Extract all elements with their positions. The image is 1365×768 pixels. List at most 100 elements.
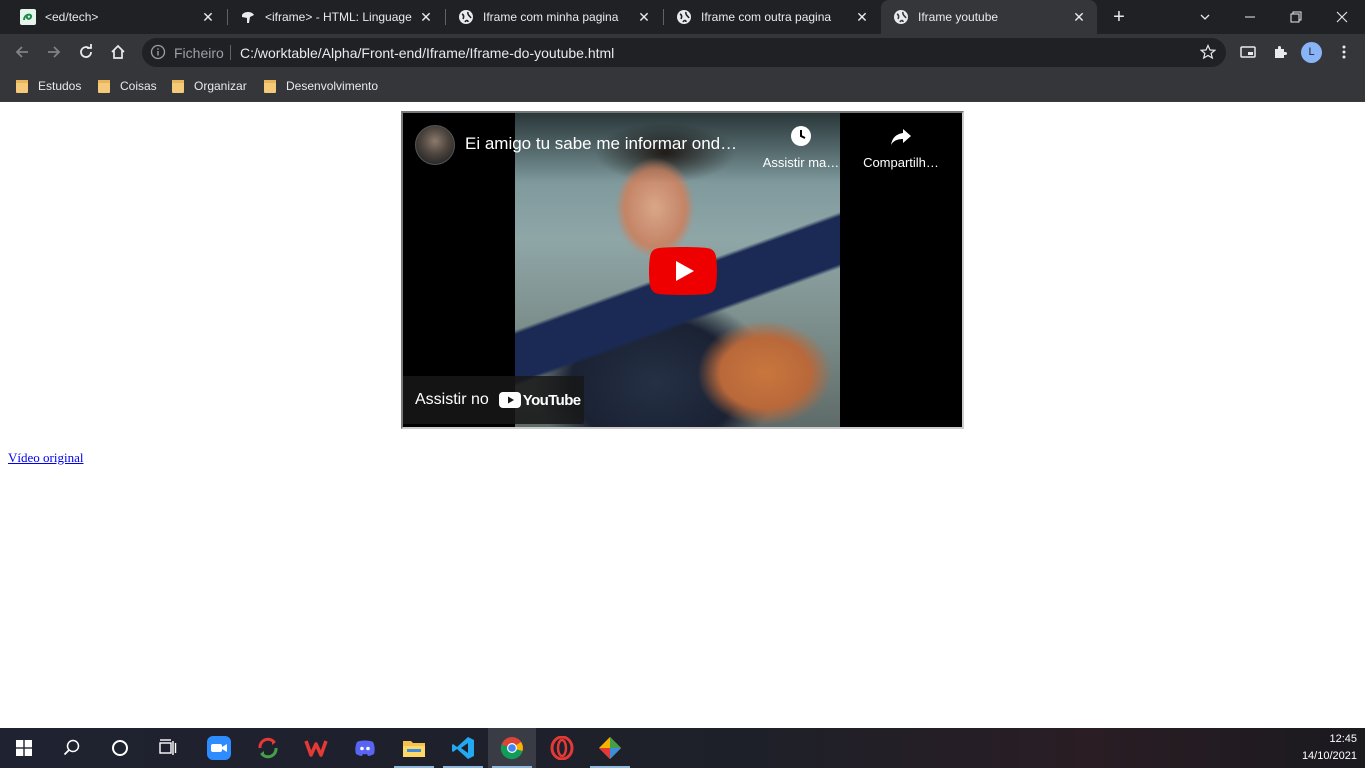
- close-tab-icon[interactable]: ✕: [854, 9, 870, 25]
- mdn-icon: [240, 9, 256, 25]
- globe-icon: [893, 9, 909, 25]
- home-icon: [111, 44, 125, 59]
- vscode-icon: [452, 737, 474, 759]
- wps-office-icon: [304, 740, 328, 757]
- folder-icon: [172, 80, 184, 93]
- address-url[interactable]: C:/worktable/Alpha/Front-end/Iframe/Ifra…: [240, 45, 614, 61]
- forward-button[interactable]: [40, 38, 68, 66]
- clock-date: 14/10/2021: [1301, 750, 1357, 762]
- bookmarks-bar: Estudos Coisas Organizar Desenvolvimento: [0, 70, 1365, 102]
- file-scheme-label: Ficheiro: [174, 45, 224, 61]
- tab-title: Iframe youtube: [918, 10, 999, 24]
- task-view-icon: [159, 739, 177, 755]
- new-tab-button[interactable]: +: [1108, 6, 1130, 28]
- wps-office-button[interactable]: [292, 728, 340, 768]
- vscode-button[interactable]: [439, 728, 487, 768]
- restore-button[interactable]: [1273, 0, 1319, 34]
- reload-icon: [80, 44, 92, 58]
- watch-later-label: Assistir ma…: [762, 155, 840, 170]
- close-tab-icon[interactable]: ✕: [418, 9, 434, 25]
- tab-iframe-outra-pagina[interactable]: Iframe com outra pagina ✕: [664, 0, 880, 34]
- tab-edtech[interactable]: <ed/tech> ✕: [8, 0, 226, 34]
- original-video-link[interactable]: Vídeo original: [8, 450, 83, 466]
- minimize-button[interactable]: [1227, 0, 1273, 34]
- chrome-icon: [500, 737, 523, 760]
- reload-button[interactable]: [72, 38, 100, 66]
- youtube-embed[interactable]: Ei amigo tu sabe me informar ond… Assist…: [401, 111, 964, 429]
- profile-avatar[interactable]: L: [1301, 42, 1322, 63]
- share-button[interactable]: Compartilh…: [859, 125, 943, 170]
- tab-iframe-minha-pagina[interactable]: Iframe com minha pagina ✕: [446, 0, 662, 34]
- share-label: Compartilh…: [863, 155, 939, 170]
- tab-search-button[interactable]: [1182, 0, 1228, 34]
- bookmark-folder-desenvolvimento[interactable]: Desenvolvimento: [264, 77, 378, 95]
- back-button[interactable]: [8, 38, 36, 66]
- system-clock[interactable]: 12:45 14/10/2021: [1287, 731, 1357, 765]
- minimize-icon: [1245, 16, 1255, 18]
- folder-icon: [98, 80, 110, 93]
- sync-app-button[interactable]: [244, 728, 292, 768]
- extensions-button[interactable]: [1266, 38, 1294, 66]
- more-vert-icon: [1342, 45, 1346, 59]
- bookmark-label: Organizar: [194, 79, 247, 93]
- address-divider: [230, 45, 231, 60]
- bookmark-label: Coisas: [120, 79, 157, 93]
- close-tab-icon[interactable]: ✕: [636, 9, 652, 25]
- cortana-button[interactable]: [96, 728, 144, 768]
- youtube-logo: YouTube: [498, 391, 581, 409]
- discord-icon: [355, 740, 375, 756]
- address-bar[interactable]: Ficheiro C:/worktable/Alpha/Front-end/If…: [142, 38, 1226, 67]
- file-explorer-button[interactable]: [390, 728, 438, 768]
- arrow-right-icon: [48, 46, 61, 58]
- task-view-button[interactable]: [144, 728, 192, 768]
- chrome-button[interactable]: [488, 728, 536, 768]
- search-button[interactable]: [48, 728, 96, 768]
- search-icon: [63, 739, 80, 756]
- home-button[interactable]: [104, 38, 132, 66]
- windows-logo-icon: [16, 740, 32, 756]
- start-button[interactable]: [0, 728, 48, 768]
- tab-title: <ed/tech>: [45, 10, 99, 24]
- folder-icon: [264, 80, 276, 93]
- watch-later-button[interactable]: Assistir ma…: [759, 125, 843, 170]
- edtech-icon: [20, 9, 36, 25]
- video-title[interactable]: Ei amigo tu sabe me informar ond…: [465, 134, 737, 154]
- chrome-menu-button[interactable]: [1330, 38, 1358, 66]
- clock-icon: [791, 126, 811, 146]
- folder-icon: [403, 741, 425, 757]
- page-content: Ei amigo tu sabe me informar ond… Assist…: [0, 103, 1365, 728]
- browser-toolbar: Ficheiro C:/worktable/Alpha/Front-end/If…: [0, 34, 1365, 70]
- youtube-wordmark: YouTube: [522, 391, 581, 409]
- globe-icon: [458, 9, 474, 25]
- git-diamond-icon: [599, 737, 621, 759]
- share-arrow-icon: [891, 129, 911, 145]
- info-icon[interactable]: [150, 44, 166, 60]
- play-button-icon[interactable]: [649, 247, 717, 295]
- star-icon[interactable]: [1200, 44, 1216, 60]
- tab-iframe-mdn[interactable]: <iframe> - HTML: Linguagem ✕: [228, 0, 444, 34]
- chevron-down-icon: [1200, 14, 1210, 20]
- youtube-play-icon: [498, 392, 521, 408]
- watch-on-youtube-button[interactable]: Assistir no YouTube: [403, 376, 584, 424]
- tab-title: <iframe> - HTML: Linguagem: [265, 10, 412, 24]
- channel-avatar[interactable]: [415, 125, 455, 165]
- zoom-app-button[interactable]: [195, 728, 243, 768]
- discord-button[interactable]: [341, 728, 389, 768]
- media-control-button[interactable]: [1234, 38, 1262, 66]
- restore-icon: [1290, 11, 1302, 23]
- arrow-left-icon: [15, 46, 28, 58]
- bookmark-folder-estudos[interactable]: Estudos: [16, 77, 81, 95]
- close-icon: [1336, 11, 1348, 23]
- close-tab-icon[interactable]: ✕: [1071, 9, 1087, 25]
- git-app-button[interactable]: [586, 728, 634, 768]
- opera-button[interactable]: [538, 728, 586, 768]
- close-tab-icon[interactable]: ✕: [200, 9, 216, 25]
- clock-time: 12:45: [1329, 733, 1357, 745]
- globe-icon: [676, 9, 692, 25]
- bookmark-folder-organizar[interactable]: Organizar: [172, 77, 247, 95]
- watch-on-label: Assistir no: [415, 391, 489, 408]
- close-window-button[interactable]: [1319, 0, 1365, 34]
- sync-arrows-icon: [258, 737, 278, 759]
- bookmark-folder-coisas[interactable]: Coisas: [98, 77, 157, 95]
- tab-iframe-youtube[interactable]: Iframe youtube ✕: [881, 0, 1097, 34]
